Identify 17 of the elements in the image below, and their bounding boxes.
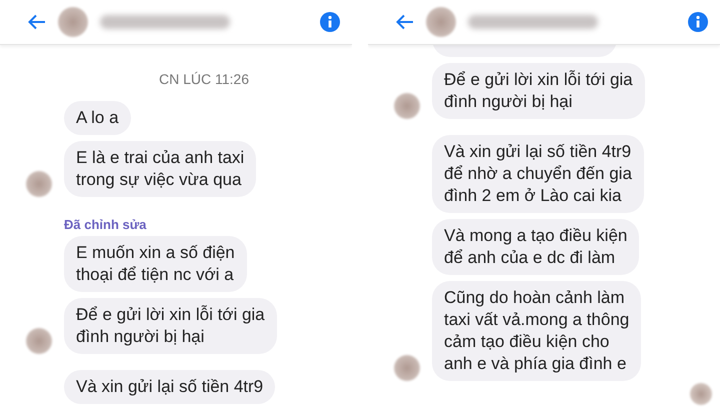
edited-label: Đã chỉnh sửa [64,217,148,232]
avatar [58,7,88,37]
timestamp: CN LÚC 11:26 [158,71,249,87]
back-arrow-icon[interactable] [28,14,46,30]
message-bubble: Và mong a tạo điều kiện để anh của e dc đi làm [432,219,640,275]
message-bubble: Và xin gửi lại số tiền 4tr9 [64,370,276,404]
avatar [426,7,456,37]
info-icon[interactable] [688,12,708,32]
message-bubble: Để e gửi lời xin lỗi tới gia đình người bị hại [432,63,645,119]
message-bubble: E muốn xin a số điện thoại để tiện nc với a [64,236,247,292]
message-bubble: Và xin gửi lại số tiền 4tr9 để nhờ a chuyển đến gia đình 2 em ở Lào cai kia [432,135,644,213]
message-bubble: A lo a [64,101,131,135]
message-bubble: Để e gửi lời xin lỗi tới gia đình người bị hại [64,298,277,354]
info-icon[interactable] [320,12,340,32]
message-bubble: Cũng do hoàn cảnh làm taxi vất vả.mong a thông cảm tạo điều kiện cho anh e và phía gia đình e [432,281,642,381]
back-arrow-icon[interactable] [396,14,414,30]
message-bubble: E là e trai của anh taxi trong sự việc vừa qua [64,141,256,197]
